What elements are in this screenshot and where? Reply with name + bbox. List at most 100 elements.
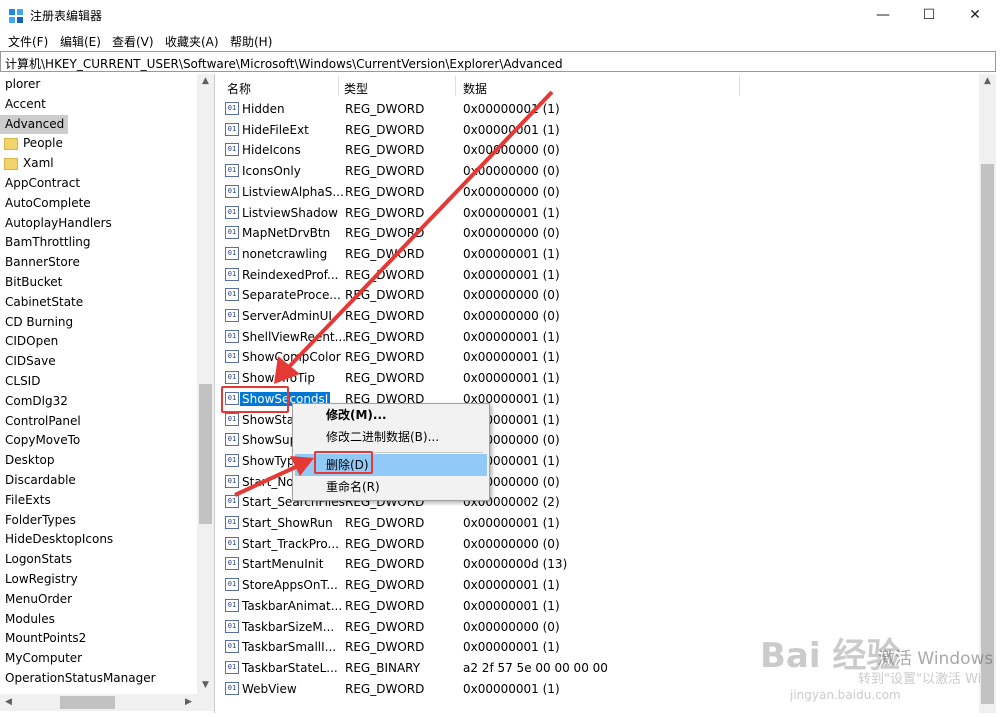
tree-horizontal-scrollbar[interactable]: ◀ ▶ — [0, 694, 214, 711]
tree-item[interactable]: Desktop — [0, 451, 59, 470]
scroll-down-icon[interactable]: ▼ — [197, 680, 214, 690]
tree-item-label: FolderTypes — [5, 512, 76, 527]
close-button[interactable]: ✕ — [952, 0, 998, 30]
scroll-right-icon[interactable]: ▶ — [180, 697, 197, 707]
tree-item[interactable]: BamThrottling — [0, 233, 95, 252]
value-name: ShowInfoTip — [242, 371, 316, 386]
menu-item-rename[interactable]: 重命名(R) — [295, 476, 487, 498]
tree-item[interactable]: AutoComplete — [0, 194, 95, 213]
tree-item[interactable]: BannerStore — [0, 253, 84, 272]
menu-item-modify-binary[interactable]: 修改二进制数据(B)... — [295, 426, 487, 448]
scroll-up-icon[interactable]: ▲ — [979, 76, 996, 86]
value-data: 0x0000000d (13) — [463, 557, 568, 572]
tree-item-label: plorer — [5, 77, 41, 91]
column-data-header[interactable]: 数据 — [463, 80, 487, 97]
column-name-header[interactable]: 名称 — [227, 80, 251, 97]
value-type: REG_DWORD — [345, 205, 425, 220]
tree-item[interactable]: MountPoints2 — [0, 629, 90, 648]
tree-item[interactable]: Discardable — [0, 471, 80, 490]
menu-view[interactable]: 查看(V) — [112, 33, 154, 50]
reg-value-icon: 01 — [225, 536, 239, 550]
reg-value-icon: 01 — [225, 453, 239, 467]
list-vertical-scrollbar[interactable]: ▲ — [979, 74, 996, 713]
column-type-header[interactable]: 类型 — [344, 80, 368, 97]
value-row[interactable]: 01 MapNetDrvBtn REG_DWORD 0x00000000 (0) — [219, 223, 979, 243]
tree-item[interactable]: CabinetState — [0, 293, 87, 312]
value-name: ServerAdminUI — [242, 309, 332, 323]
tree-item[interactable]: ComDlg32 — [0, 392, 72, 411]
value-type: REG_DWORD — [345, 309, 425, 323]
menu-help[interactable]: 帮助(H) — [230, 33, 272, 50]
tree-item[interactable]: People — [0, 134, 67, 153]
value-row[interactable]: 01 ShowInfoTip REG_DWORD 0x00000001 (1) — [219, 368, 979, 388]
tree-item[interactable]: CLSID — [0, 372, 44, 391]
value-row[interactable]: 01 ServerAdminUI REG_DWORD 0x00000000 (0) — [219, 306, 979, 326]
value-type: REG_DWORD — [345, 143, 425, 158]
value-row[interactable]: 01 ListviewShadow REG_DWORD 0x00000001 (1) — [219, 203, 979, 223]
tree-item[interactable]: CD Burning — [0, 313, 77, 332]
column-divider[interactable] — [739, 76, 740, 96]
value-row[interactable]: 01 Start_ShowRun REG_DWORD 0x00000001 (1) — [219, 513, 979, 533]
reg-value-icon: 01 — [225, 122, 239, 136]
tree-item[interactable]: AppContract — [0, 174, 84, 193]
tree-scroll-thumb[interactable] — [199, 384, 212, 524]
tree-item[interactable]: OperationStatusManager — [0, 669, 160, 688]
value-row[interactable]: 01 StoreAppsOnT... REG_DWORD 0x00000001 (1) — [219, 575, 979, 595]
tree-item[interactable]: CIDOpen — [0, 332, 62, 351]
maximize-button[interactable]: ☐ — [906, 0, 952, 30]
value-row[interactable]: 01 IconsOnly REG_DWORD 0x00000000 (0) — [219, 161, 979, 181]
tree-hscroll-thumb[interactable] — [60, 696, 115, 709]
value-row[interactable]: 01 ListviewAlphaS... REG_DWORD 0x00000000 (… — [219, 182, 979, 202]
value-row[interactable]: 01 ShowCompColor REG_DWORD 0x00000001 (1) — [219, 347, 979, 367]
menu-item-modify[interactable]: 修改(M)... — [295, 404, 487, 426]
reg-value-icon: 01 — [225, 350, 239, 364]
tree-item[interactable]: LowRegistry — [0, 570, 82, 589]
tree-item[interactable]: Accent — [0, 95, 50, 114]
tree-item[interactable]: FolderTypes — [0, 511, 80, 530]
value-row[interactable]: 01 HideFileExt REG_DWORD 0x00000001 (1) — [219, 120, 979, 140]
value-name: SeparateProce... — [242, 288, 341, 303]
value-type: REG_DWORD — [345, 598, 425, 613]
tree-item[interactable]: plorer — [0, 75, 44, 94]
value-row[interactable]: 01 Hidden REG_DWORD 0x00000001 (1) — [219, 99, 979, 119]
tree-item[interactable]: CopyMoveTo — [0, 431, 84, 450]
tree-item[interactable]: AutoplayHandlers — [0, 214, 116, 233]
regedit-app-icon — [9, 9, 23, 23]
value-row[interactable]: 01 SeparateProce... REG_DWORD 0x00000000 (0… — [219, 285, 979, 305]
tree-item[interactable]: ControlPanel — [0, 412, 85, 431]
value-row[interactable]: 01 ShellViewReent... REG_DWORD 0x00000001 (… — [219, 327, 979, 347]
value-type: REG_DWORD — [345, 122, 425, 137]
value-row[interactable]: 01 Start_TrackPro... REG_DWORD 0x00000000 (… — [219, 534, 979, 554]
tree-item[interactable]: FileExts — [0, 491, 55, 510]
tree-item[interactable]: LogonStats — [0, 550, 76, 569]
minimize-button[interactable]: — — [860, 0, 906, 30]
column-divider[interactable] — [338, 76, 339, 96]
tree-item[interactable]: MenuOrder — [0, 590, 76, 609]
column-divider[interactable] — [455, 76, 456, 96]
tree-item[interactable]: Xaml — [0, 154, 58, 173]
value-row[interactable]: 01 nonetcrawling REG_DWORD 0x00000001 (1) — [219, 244, 979, 264]
address-bar[interactable]: 计算机\HKEY_CURRENT_USER\Software\Microsoft… — [0, 51, 996, 72]
tree-vertical-scrollbar[interactable]: ▲ ▼ — [197, 74, 214, 694]
tree-item[interactable]: HideDesktopIcons — [0, 530, 117, 549]
scroll-up-icon[interactable]: ▲ — [197, 76, 214, 86]
tree-item[interactable]: CIDSave — [0, 352, 60, 371]
tree-item[interactable]: MyComputer — [0, 649, 86, 668]
scroll-left-icon[interactable]: ◀ — [0, 697, 17, 707]
tree-item[interactable]: Modules — [0, 610, 59, 629]
menu-edit[interactable]: 编辑(E) — [60, 33, 101, 50]
menu-file[interactable]: 文件(F) — [8, 33, 48, 50]
tree-item[interactable]: Advanced — [0, 114, 69, 134]
reg-value-icon: 01 — [225, 226, 239, 240]
tree-item-label: CLSID — [5, 374, 41, 388]
menu-favorites[interactable]: 收藏夹(A) — [165, 33, 219, 50]
value-data: 0x00000001 (1) — [463, 681, 560, 696]
reg-value-icon: 01 — [225, 143, 239, 157]
tree-item-label: People — [23, 136, 63, 151]
tree-item[interactable]: BitBucket — [0, 273, 66, 292]
value-row[interactable]: 01 TaskbarAnimat... REG_DWORD 0x00000001 (1… — [219, 596, 979, 616]
list-scroll-thumb[interactable] — [981, 164, 994, 704]
value-row[interactable]: 01 ReindexedProf... REG_DWORD 0x00000001 (1… — [219, 265, 979, 285]
value-row[interactable]: 01 StartMenuInit REG_DWORD 0x0000000d (13) — [219, 554, 979, 574]
value-row[interactable]: 01 HideIcons REG_DWORD 0x00000000 (0) — [219, 140, 979, 160]
